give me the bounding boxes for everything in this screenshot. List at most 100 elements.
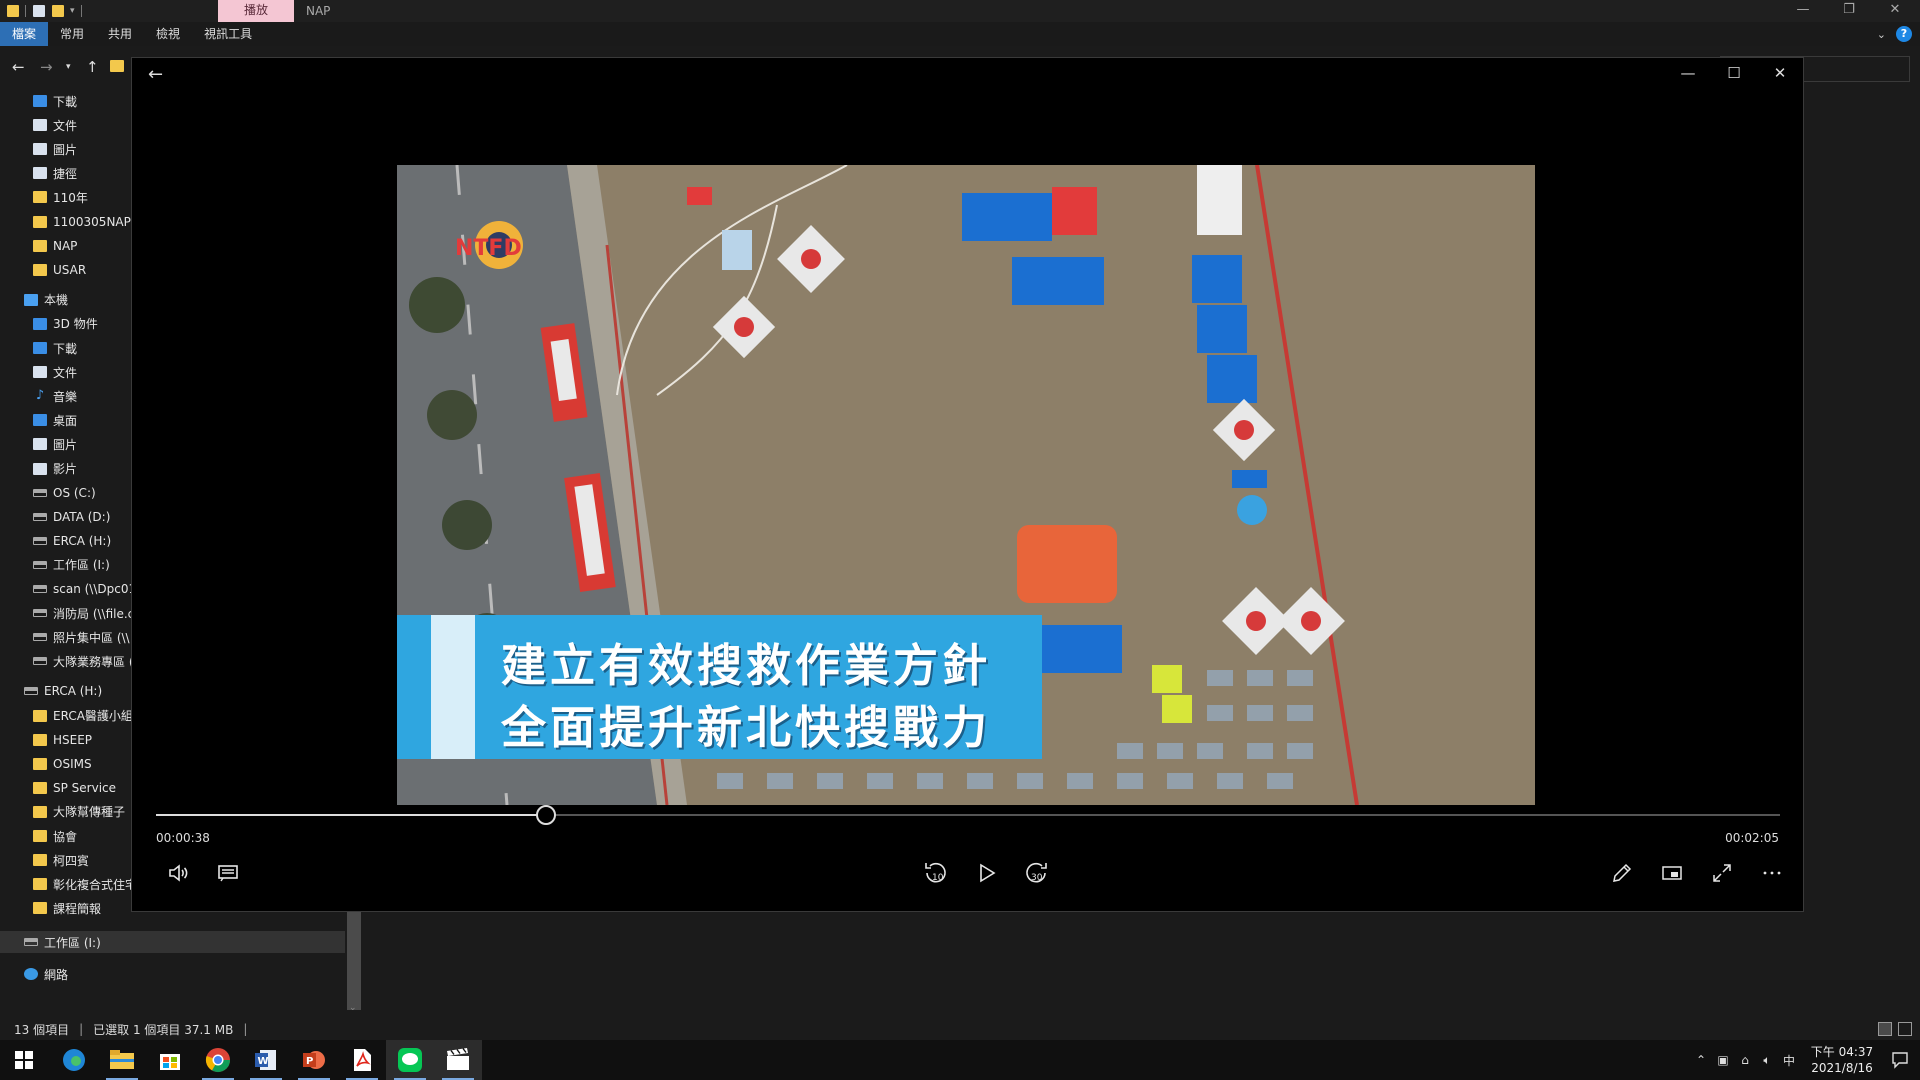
forward-icon[interactable]: → [40, 58, 53, 76]
taskbar-movies-tv[interactable] [434, 1040, 482, 1080]
nav-item-label: OSIMS [53, 756, 92, 771]
acrobat-icon [354, 1049, 371, 1071]
white-vehicle [1197, 165, 1242, 235]
input-method-indicator[interactable]: 中 [1778, 1052, 1800, 1069]
volume-button[interactable] [160, 855, 196, 891]
more-options-button[interactable] [1754, 855, 1790, 891]
taskbar-store[interactable] [146, 1040, 194, 1080]
download-icon [33, 342, 47, 354]
nav-item-label: 圖片 [53, 142, 78, 157]
back-arrow-icon[interactable]: ← [148, 64, 163, 85]
nav-item-label: 工作區 (I:) [44, 935, 101, 950]
drive-icon [33, 488, 47, 497]
nav-item-label: 音樂 [53, 389, 78, 404]
tab-file[interactable]: 檔案 [0, 22, 49, 46]
view-switcher [1878, 1022, 1912, 1036]
close-button[interactable]: ✕ [1872, 0, 1918, 22]
tab-share[interactable]: 共用 [96, 22, 144, 46]
details-view-icon[interactable] [1878, 1022, 1892, 1036]
selection-info: 已選取 1 個項目 37.1 MB [93, 1022, 234, 1037]
large-icons-view-icon[interactable] [1898, 1022, 1912, 1036]
edit-button[interactable] [1604, 855, 1640, 891]
new-folder-icon[interactable] [52, 5, 64, 17]
properties-icon[interactable] [33, 5, 45, 17]
video-frame[interactable]: NTFD 建立有效搜救作業方針 全面提升新北快搜戰力 [397, 165, 1535, 805]
drive-icon [24, 687, 38, 696]
blue-tent [1012, 257, 1104, 305]
nav-item-label: ERCA (H:) [44, 684, 103, 699]
fullscreen-icon [1713, 864, 1731, 882]
folder-icon [33, 263, 47, 276]
restore-button[interactable]: ❐ [1826, 0, 1872, 22]
nav-item-label: 消防局 (\\file.c [53, 606, 135, 621]
skip-forward-button[interactable]: 30 [1018, 855, 1054, 891]
notification-center-button[interactable] [1880, 1051, 1920, 1069]
close-button[interactable]: ✕ [1765, 64, 1795, 82]
blue-tent [1197, 305, 1247, 353]
recent-dropdown-icon[interactable]: ▾ [66, 62, 71, 72]
network-status-icon[interactable]: ▣ [1712, 1053, 1734, 1067]
taskbar-chrome[interactable] [194, 1040, 242, 1080]
nav-item-label: 照片集中區 (\\ [53, 630, 130, 645]
nav-item[interactable]: 網路 [0, 963, 345, 985]
blue-tent [962, 193, 1052, 241]
download-icon [33, 95, 47, 107]
nav-item-label: 影片 [53, 462, 78, 476]
tab-view[interactable]: 檢視 [144, 22, 192, 46]
nav-item-label: ERCA醫護小組 [53, 709, 133, 723]
store-icon [160, 1054, 180, 1070]
logo-text: NTFD [455, 236, 522, 261]
nav-item-label: 大隊業務專區 ( [53, 654, 134, 669]
ribbon-right-controls: ⌄ ? [1877, 26, 1912, 42]
skip-back-button[interactable]: 10 [918, 855, 954, 891]
folder-icon [33, 733, 47, 746]
network-drive-icon [33, 585, 47, 593]
divider: | [243, 1022, 248, 1036]
scroll-down-icon[interactable]: ⌄ [349, 1003, 357, 1013]
drive-icon [33, 536, 47, 545]
captions-button[interactable] [210, 855, 246, 891]
taskbar-line[interactable] [386, 1040, 434, 1080]
fullscreen-button[interactable] [1704, 855, 1740, 891]
taskbar-edge[interactable] [50, 1040, 98, 1080]
speaker-icon[interactable]: 🔈︎ [1756, 1053, 1778, 1068]
play-button[interactable] [968, 855, 1004, 891]
taskbar-powerpoint[interactable]: P [290, 1040, 338, 1080]
divider: | [79, 1022, 84, 1036]
scrollbar-thumb[interactable] [347, 910, 361, 1010]
tab-home[interactable]: 常用 [48, 22, 96, 46]
expand-ribbon-icon[interactable]: ⌄ [1877, 28, 1886, 41]
show-hidden-icons-icon[interactable]: ⌃ [1690, 1053, 1712, 1067]
taskbar-file-explorer[interactable] [98, 1040, 146, 1080]
svg-text:W: W [258, 1056, 269, 1067]
nav-item[interactable]: 工作區 (I:) [0, 931, 345, 953]
up-icon[interactable]: ↑ [86, 58, 99, 76]
maximize-button[interactable]: ☐ [1719, 64, 1749, 82]
yellow-cot [1152, 665, 1182, 693]
nav-item-label: 課程簡報 [53, 901, 102, 916]
drive-icon [33, 512, 47, 521]
3d-objects-icon [33, 317, 47, 330]
tab-video-tools[interactable]: 視訊工具 [192, 22, 264, 46]
taskbar-word[interactable]: W [242, 1040, 290, 1080]
computer-icon [24, 293, 38, 306]
start-button[interactable] [0, 1040, 48, 1080]
mini-view-button[interactable] [1654, 855, 1690, 891]
minimize-button[interactable]: — [1673, 64, 1703, 82]
context-tab-play[interactable]: 播放 [218, 0, 294, 22]
folder-icon [33, 854, 47, 867]
taskbar-acrobat[interactable] [338, 1040, 386, 1080]
seek-bar[interactable] [156, 805, 1780, 825]
minimize-button[interactable]: — [1780, 0, 1826, 22]
wifi-icon[interactable]: ⌂ [1734, 1053, 1756, 1067]
back-icon[interactable]: ← [12, 58, 25, 76]
clock[interactable]: 下午 04:37 2021/8/16 [1804, 1044, 1880, 1076]
notification-icon [1892, 1052, 1908, 1069]
help-icon[interactable]: ? [1896, 26, 1912, 42]
quick-access-dropdown-icon[interactable]: ▾ [70, 6, 75, 16]
nav-item-label: 桌面 [53, 413, 78, 428]
nav-item-label: OS (C:) [53, 485, 96, 500]
seek-bar-thumb[interactable] [535, 805, 556, 825]
document-icon [33, 119, 47, 132]
nav-item-label: SP Service [53, 780, 117, 795]
